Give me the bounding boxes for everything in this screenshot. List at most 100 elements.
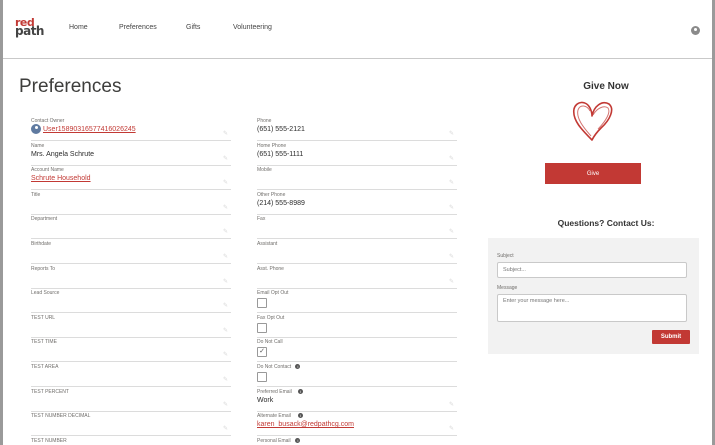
info-icon[interactable]: i: [298, 388, 303, 394]
field-assistant: Assistant ✎: [257, 241, 457, 264]
field-account-name: Account Name Schrute Household ✎: [31, 167, 231, 191]
field-fax-opt-out: Fax Opt Out: [257, 315, 457, 338]
edit-pencil-icon[interactable]: ✎: [449, 180, 455, 186]
field-value: (214) 555-8989: [257, 199, 305, 207]
field-value: (651) 555-2121: [257, 126, 305, 133]
field-mobile: Mobile ✎: [257, 167, 457, 191]
edit-pencil-icon[interactable]: ✎: [223, 180, 229, 186]
nav-home[interactable]: Home: [69, 24, 88, 31]
app-window: red path Home Preferences Gifts Voluntee…: [3, 0, 712, 445]
field-test-number: TEST NUMBER✎: [31, 438, 231, 445]
edit-pencil-icon[interactable]: ✎: [449, 229, 455, 235]
user-avatar-icon[interactable]: [691, 26, 700, 35]
field-email-opt-out: Email Opt Out: [257, 290, 457, 314]
redpath-logo[interactable]: red path: [15, 17, 45, 38]
nav-preferences[interactable]: Preferences: [119, 24, 157, 31]
edit-pencil-icon[interactable]: ✎: [223, 352, 229, 358]
edit-pencil-icon[interactable]: ✎: [223, 328, 229, 334]
owner-name[interactable]: User15890316577416026245: [43, 126, 136, 133]
contact-us-title: Questions? Contact Us:: [557, 218, 655, 228]
field-label: Do Not Contact: [257, 364, 292, 370]
logo-bottom-text: path: [15, 24, 44, 38]
field-label: Do Not Call: [257, 339, 283, 346]
field-label: Phone: [257, 118, 272, 124]
field-label: Home Phone: [257, 142, 287, 149]
edit-pencil-icon[interactable]: ✎: [223, 156, 229, 162]
edit-pencil-icon[interactable]: ✎: [223, 303, 229, 309]
edit-pencil-icon[interactable]: ✎: [223, 426, 229, 432]
info-icon[interactable]: i: [295, 364, 301, 369]
field-contact-owner: Contact Owner User15890316577416026245 ✎: [31, 118, 231, 141]
field-value[interactable]: karen_busack@redpathcg.com: [257, 421, 354, 428]
field-preferred-email: Preferred Email i Work ✎: [257, 388, 457, 412]
edit-pencil-icon[interactable]: ✎: [449, 279, 455, 285]
message-label: Message: [497, 285, 518, 291]
edit-pencil-icon[interactable]: ✎: [449, 156, 455, 162]
checkbox[interactable]: [257, 322, 267, 333]
edit-pencil-icon[interactable]: ✎: [449, 402, 455, 408]
field-label: Reports To: [31, 265, 56, 272]
field-label: Fax: [257, 216, 266, 223]
field-do-not-call: Do Not Call ✓: [257, 339, 457, 363]
edit-pencil-icon[interactable]: ✎: [223, 254, 229, 260]
field-label: TEST NUMBER: [31, 437, 67, 444]
page-title: Preferences: [19, 76, 122, 97]
field-personal-email: Personal Emaili✎: [257, 437, 457, 445]
submit-button[interactable]: Submit: [652, 330, 690, 344]
subject-label: Subject: [497, 253, 514, 259]
checkbox[interactable]: ✓: [257, 347, 267, 358]
field-other-phone: Other Phone (214) 555-8989 ✎: [257, 192, 457, 215]
field-label: Name: [31, 142, 45, 149]
edit-pencil-icon[interactable]: ✎: [223, 377, 229, 383]
field-label: TEST URL: [31, 314, 56, 321]
info-icon[interactable]: i: [295, 437, 301, 443]
field-label: Preferred Email: [257, 388, 292, 395]
field-home-phone: Home Phone (651) 555-1111 ✎: [257, 143, 457, 166]
field-lead-source: Lead Source ✎: [31, 290, 231, 314]
field-value[interactable]: Schrute Household: [31, 175, 91, 182]
heart-icon: [572, 101, 613, 141]
contact-form: Subject Message Submit: [488, 238, 699, 354]
message-textarea[interactable]: [497, 294, 687, 322]
field-label: Mobile: [257, 167, 272, 174]
top-header: red path Home Preferences Gifts Voluntee…: [3, 0, 712, 59]
field-title: Title ✎: [31, 192, 231, 215]
edit-pencil-icon[interactable]: ✎: [449, 426, 455, 432]
field-label: TEST AREA: [31, 364, 59, 370]
field-test-area: TEST AREA ✎: [31, 364, 231, 387]
nav-volunteering[interactable]: Volunteering: [233, 24, 272, 31]
field-name: Name Mrs. Angela Schrute ✎: [31, 143, 231, 166]
field-value[interactable]: User15890316577416026245: [31, 124, 136, 134]
field-label: Alternate Email: [257, 413, 291, 420]
field-test-percent: TEST PERCENT ✎: [31, 389, 231, 412]
field-value: (651) 555-1111: [257, 150, 304, 158]
info-icon[interactable]: i: [298, 413, 303, 419]
field-birthdate: Birthdate ✎: [31, 241, 231, 264]
field-label: Birthdate: [31, 241, 52, 247]
nav-gifts[interactable]: Gifts: [186, 24, 200, 31]
field-test-number-decimal: TEST NUMBER DECIMAL ✎: [31, 413, 231, 437]
edit-pencil-icon[interactable]: ✎: [449, 131, 455, 137]
field-label: Other Phone: [257, 191, 286, 198]
field-department: Department ✎: [31, 216, 231, 240]
give-button[interactable]: Give: [545, 163, 641, 184]
field-label: Lead Source: [31, 290, 60, 297]
checkbox[interactable]: [257, 372, 267, 382]
field-value: Mrs. Angela Schrute: [31, 150, 95, 158]
edit-pencil-icon[interactable]: ✎: [449, 205, 455, 211]
edit-pencil-icon[interactable]: ✎: [223, 131, 229, 137]
subject-input[interactable]: [497, 262, 687, 278]
edit-pencil-icon[interactable]: ✎: [223, 402, 229, 408]
checkbox[interactable]: [257, 298, 267, 309]
field-phone: Phone (651) 555-2121 ✎: [257, 118, 457, 141]
field-label: TEST NUMBER DECIMAL: [31, 413, 91, 420]
edit-pencil-icon[interactable]: ✎: [449, 254, 455, 260]
edit-pencil-icon[interactable]: ✎: [223, 229, 229, 235]
field-label: Assistant: [257, 241, 278, 247]
field-do-not-contact: Do Not Contact i: [257, 364, 457, 387]
field-label: Department: [31, 216, 58, 223]
edit-pencil-icon[interactable]: ✎: [223, 205, 229, 211]
field-label: Personal Email: [257, 437, 291, 444]
edit-pencil-icon[interactable]: ✎: [223, 279, 229, 285]
field-asst-phone: Asst. Phone ✎: [257, 266, 457, 289]
